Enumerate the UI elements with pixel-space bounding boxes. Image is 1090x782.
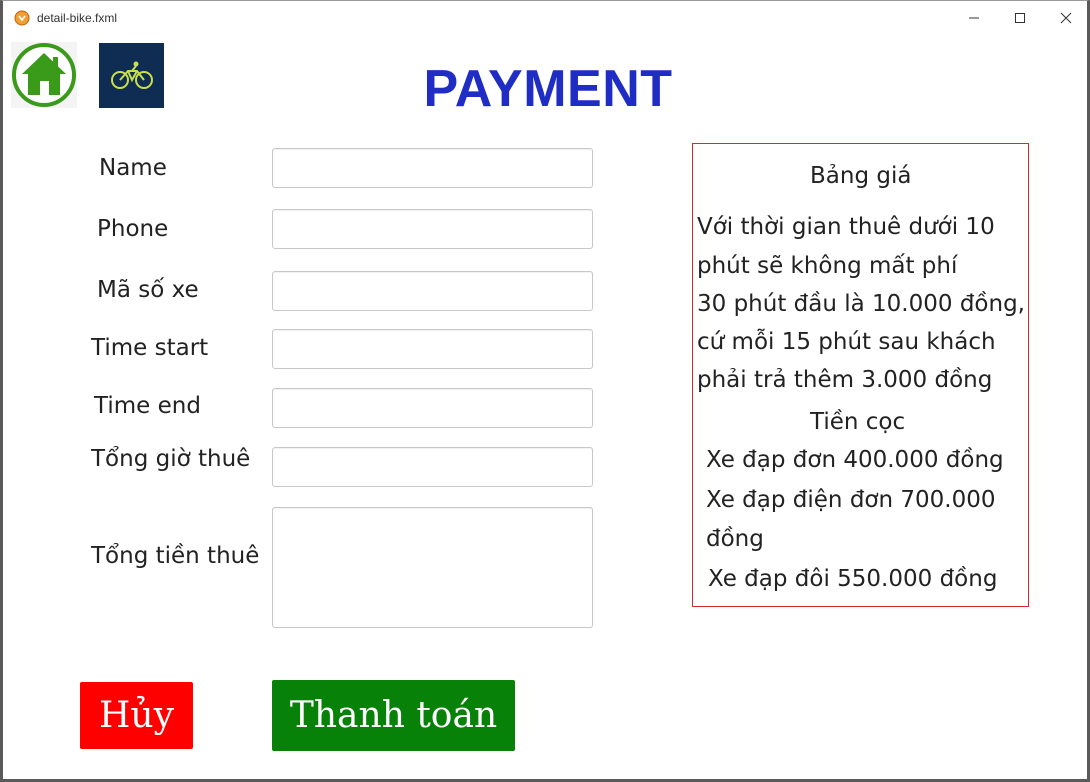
price-rule-line: phải trả thêm 3.000 đồng (697, 367, 993, 393)
deposit-title: Tiền cọc (810, 409, 906, 435)
total-hours-label: Tổng giờ thuê (91, 446, 251, 472)
price-rule-line: Với thời gian thuê dưới 10 (697, 214, 995, 240)
close-button[interactable] (1043, 3, 1089, 33)
deposit-line: đồng (706, 526, 764, 552)
close-icon (1060, 12, 1072, 24)
price-rule-line: phút sẽ không mất phí (697, 253, 958, 279)
title-bar: detail-bike.fxml (3, 1, 1087, 35)
time-start-field[interactable] (272, 329, 593, 369)
price-table: Bảng giá Với thời gian thuê dưới 10 phút… (692, 143, 1029, 607)
window-title: detail-bike.fxml (37, 11, 118, 25)
phone-label: Phone (97, 216, 169, 242)
minimize-icon (969, 17, 979, 19)
price-rule-line: cứ mỗi 15 phút sau khách (697, 329, 996, 355)
total-cost-label: Tổng tiền thuê (91, 543, 260, 569)
maximize-button[interactable] (997, 3, 1043, 33)
name-field[interactable] (272, 148, 593, 188)
time-end-label: Time end (94, 393, 201, 419)
maximize-icon (1015, 13, 1025, 23)
deposit-line: Xe đạp điện đơn 700.000 (706, 487, 996, 513)
price-table-title: Bảng giá (810, 163, 912, 189)
cancel-button[interactable]: Hủy (80, 682, 193, 749)
time-end-field[interactable] (272, 388, 593, 428)
bike-code-field[interactable] (272, 271, 593, 311)
total-hours-field[interactable] (272, 447, 593, 487)
deposit-line: Xe đạp đôi 550.000 đồng (708, 566, 998, 592)
pay-button[interactable]: Thanh toán (272, 680, 515, 751)
minimize-button[interactable] (951, 3, 997, 33)
name-label: Name (99, 155, 167, 181)
page-title: PAYMENT (423, 60, 673, 118)
app-window: detail-bike.fxml PAYMENT Name Phone Mã s… (0, 0, 1090, 782)
bike-code-label: Mã số xe (97, 277, 199, 303)
phone-field[interactable] (272, 209, 593, 249)
price-rule-line: 30 phút đầu là 10.000 đồng, (697, 291, 1025, 317)
java-app-icon (14, 10, 30, 26)
deposit-line: Xe đạp đơn 400.000 đồng (706, 447, 1004, 473)
total-cost-field[interactable] (272, 507, 593, 628)
time-start-label: Time start (91, 335, 209, 361)
